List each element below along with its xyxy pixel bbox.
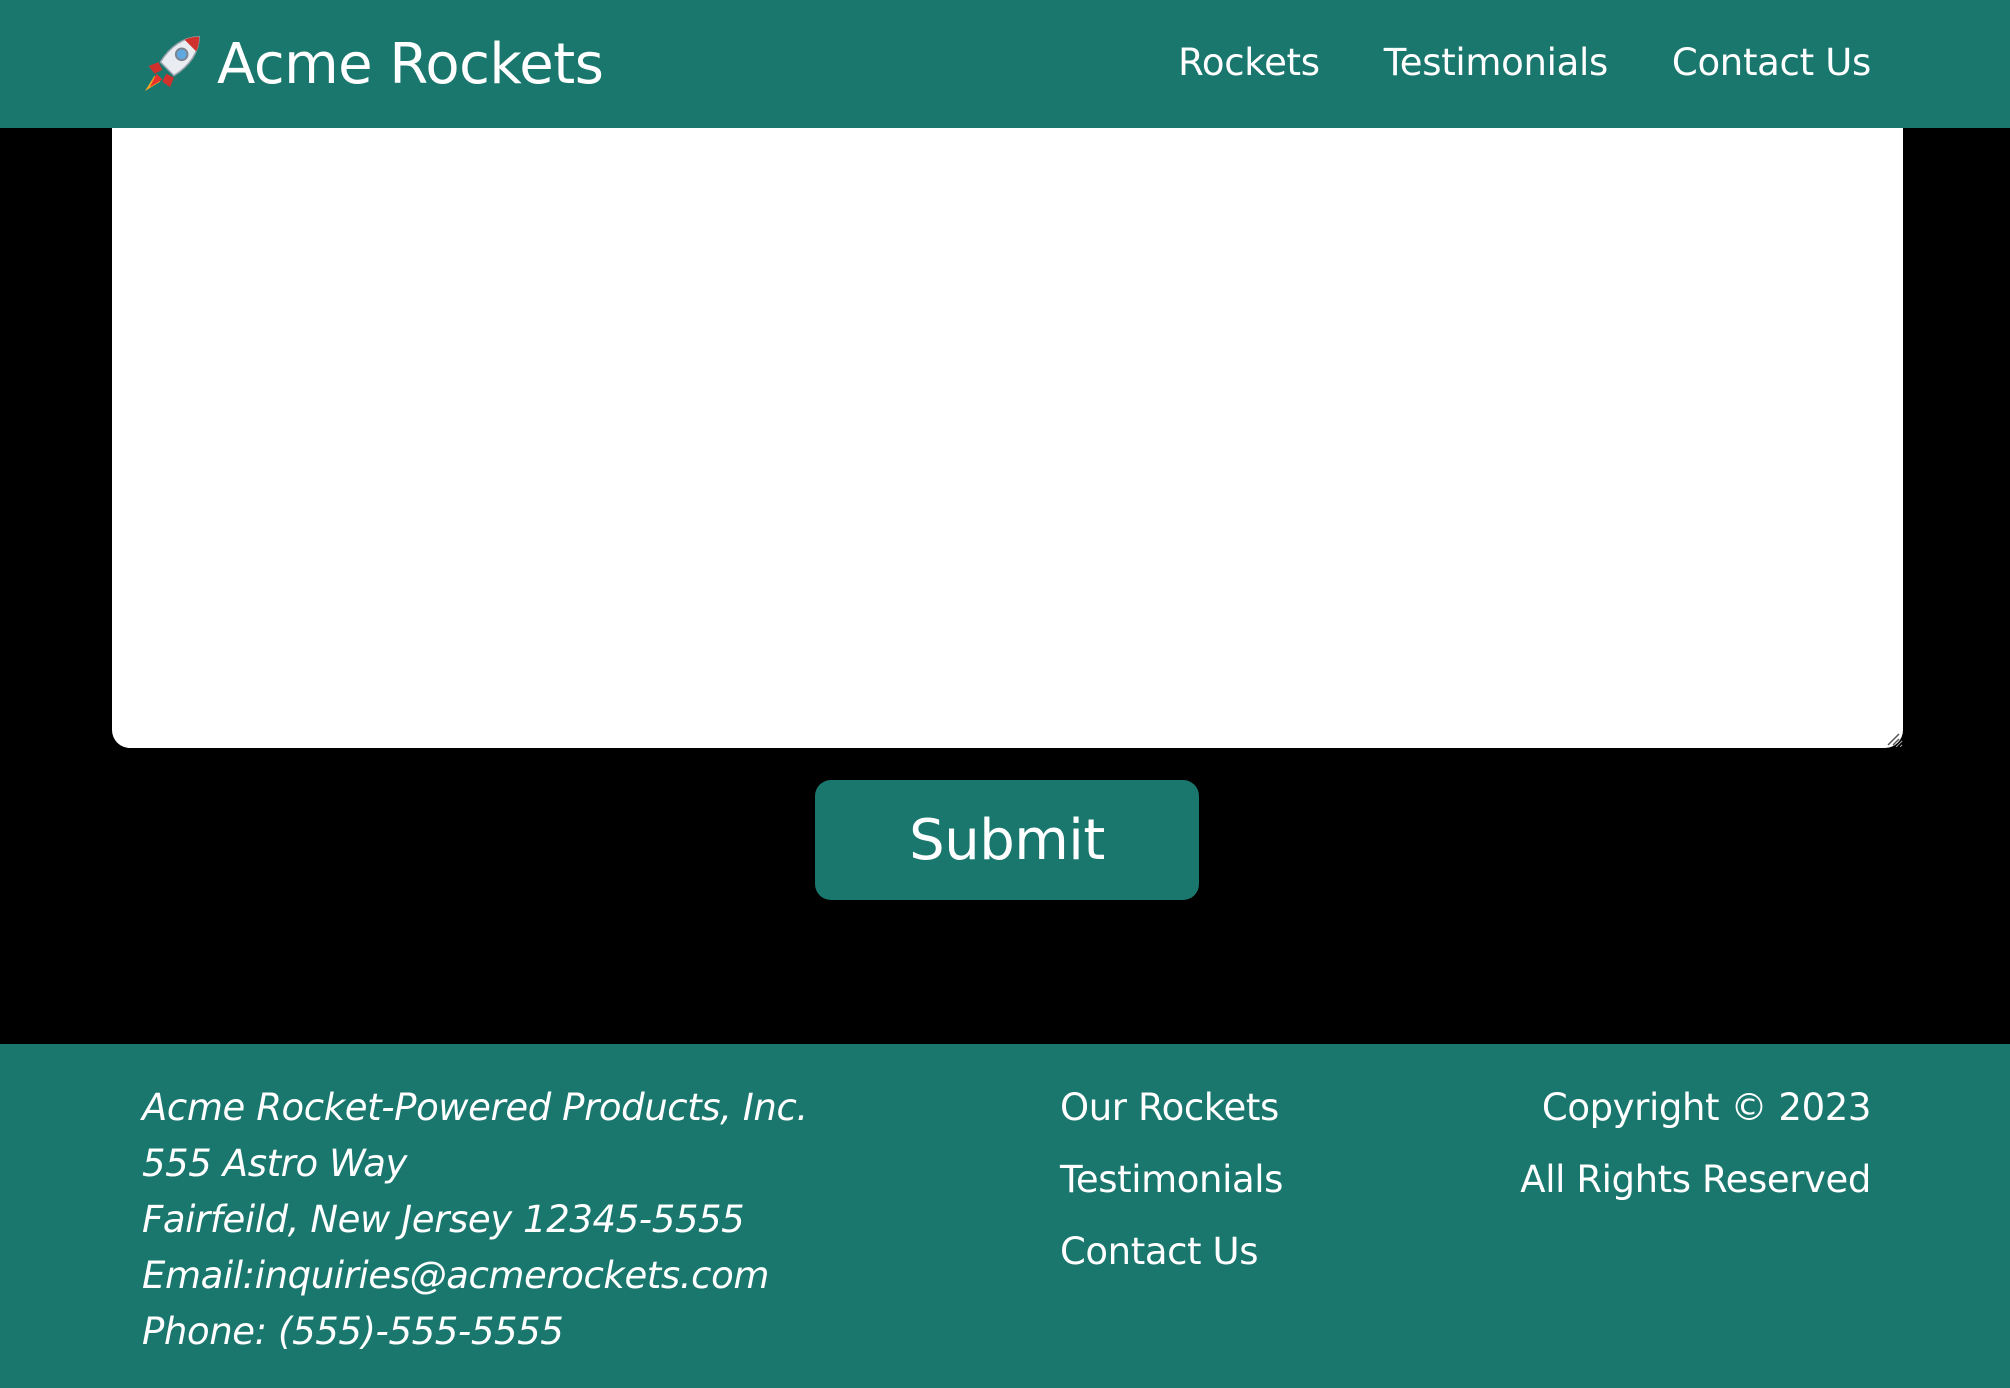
nav-testimonials[interactable]: Testimonials bbox=[1384, 41, 1608, 84]
phone-text: Phone: (555)-555-5555 bbox=[142, 1310, 564, 1353]
resize-handle-icon[interactable] bbox=[1884, 730, 1900, 746]
city-address: Fairfeild, New Jersey 12345-5555 bbox=[142, 1198, 745, 1241]
footer-link-contact-us[interactable]: Contact Us bbox=[1060, 1224, 1283, 1280]
footer-links: Our Rockets Testimonials Contact Us bbox=[1060, 1080, 1283, 1296]
copyright-text: Copyright © 2023 bbox=[1541, 1086, 1871, 1129]
submit-button[interactable]: Submit bbox=[815, 780, 1199, 900]
main-nav: Rockets Testimonials Contact Us bbox=[1178, 34, 1871, 90]
nav-rockets[interactable]: Rockets bbox=[1178, 41, 1320, 84]
company-name: Acme Rocket-Powered Products, Inc. bbox=[142, 1086, 808, 1129]
footer-link-testimonials[interactable]: Testimonials bbox=[1060, 1152, 1283, 1208]
email-text: Email:inquiries@acmerockets.com bbox=[142, 1254, 769, 1297]
rocket-icon bbox=[141, 33, 203, 95]
footer-address: Acme Rocket-Powered Products, Inc. 555 A… bbox=[142, 1080, 808, 1360]
rights-text: All Rights Reserved bbox=[1520, 1158, 1871, 1201]
message-textarea[interactable] bbox=[112, 128, 1903, 748]
footer-copyright: Copyright © 2023 All Rights Reserved bbox=[1520, 1080, 1871, 1224]
brand-name: Acme Rockets bbox=[217, 31, 604, 97]
page: Acme Rockets Rockets Testimonials Contac… bbox=[0, 0, 2010, 1388]
nav-contact-us[interactable]: Contact Us bbox=[1672, 41, 1871, 84]
footer-link-our-rockets[interactable]: Our Rockets bbox=[1060, 1080, 1283, 1136]
brand-link[interactable]: Acme Rockets bbox=[141, 28, 604, 100]
site-header: Acme Rockets Rockets Testimonials Contac… bbox=[0, 0, 2010, 128]
site-footer: Acme Rocket-Powered Products, Inc. 555 A… bbox=[0, 1044, 2010, 1388]
street-address: 555 Astro Way bbox=[142, 1142, 408, 1185]
